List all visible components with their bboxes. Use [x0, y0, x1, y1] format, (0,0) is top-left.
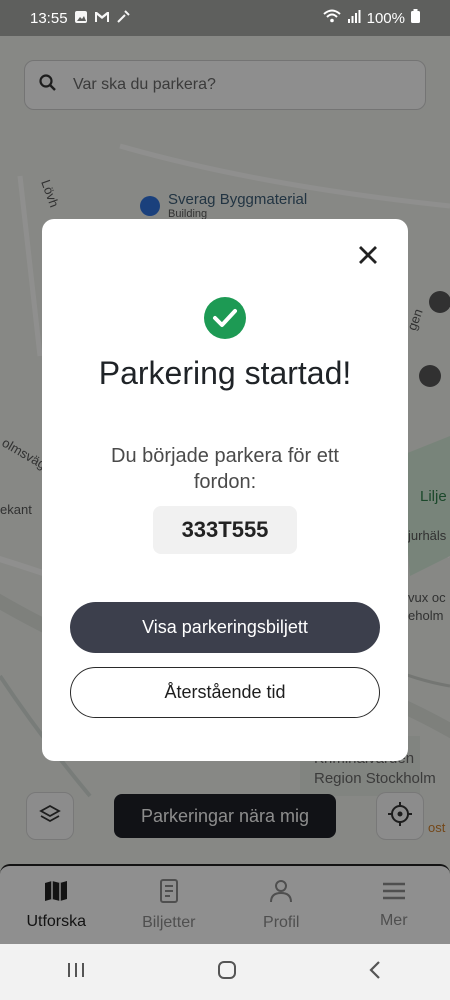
status-bar-right: 100% — [322, 9, 420, 27]
system-nav-bar — [0, 944, 450, 1000]
recent-apps-icon[interactable] — [65, 961, 87, 984]
check-circle-icon — [204, 297, 246, 339]
remaining-time-button[interactable]: Återstående tid — [70, 667, 380, 718]
home-icon[interactable] — [216, 959, 238, 986]
close-icon — [358, 245, 378, 270]
status-time: 13:55 — [30, 9, 68, 27]
status-bar: 13:55 100% — [0, 0, 450, 36]
gmail-icon — [94, 10, 110, 26]
license-plate: 333T555 — [153, 506, 297, 554]
wifi-icon — [322, 9, 341, 27]
parking-started-dialog: Parkering startad! Du började parkera fö… — [42, 219, 408, 761]
show-ticket-button[interactable]: Visa parkeringsbiljett — [70, 602, 380, 653]
dialog-title: Parkering startad! — [98, 355, 352, 391]
signal-icon — [347, 9, 361, 27]
gallery-icon — [74, 10, 88, 27]
dialog-description: Du började parkera för ett fordon: — [111, 445, 339, 493]
battery-icon — [411, 9, 420, 27]
back-icon[interactable] — [367, 960, 385, 985]
close-button[interactable] — [354, 243, 382, 271]
tool-icon — [116, 9, 130, 27]
battery-text: 100% — [366, 9, 405, 27]
status-bar-left: 13:55 — [30, 10, 130, 27]
